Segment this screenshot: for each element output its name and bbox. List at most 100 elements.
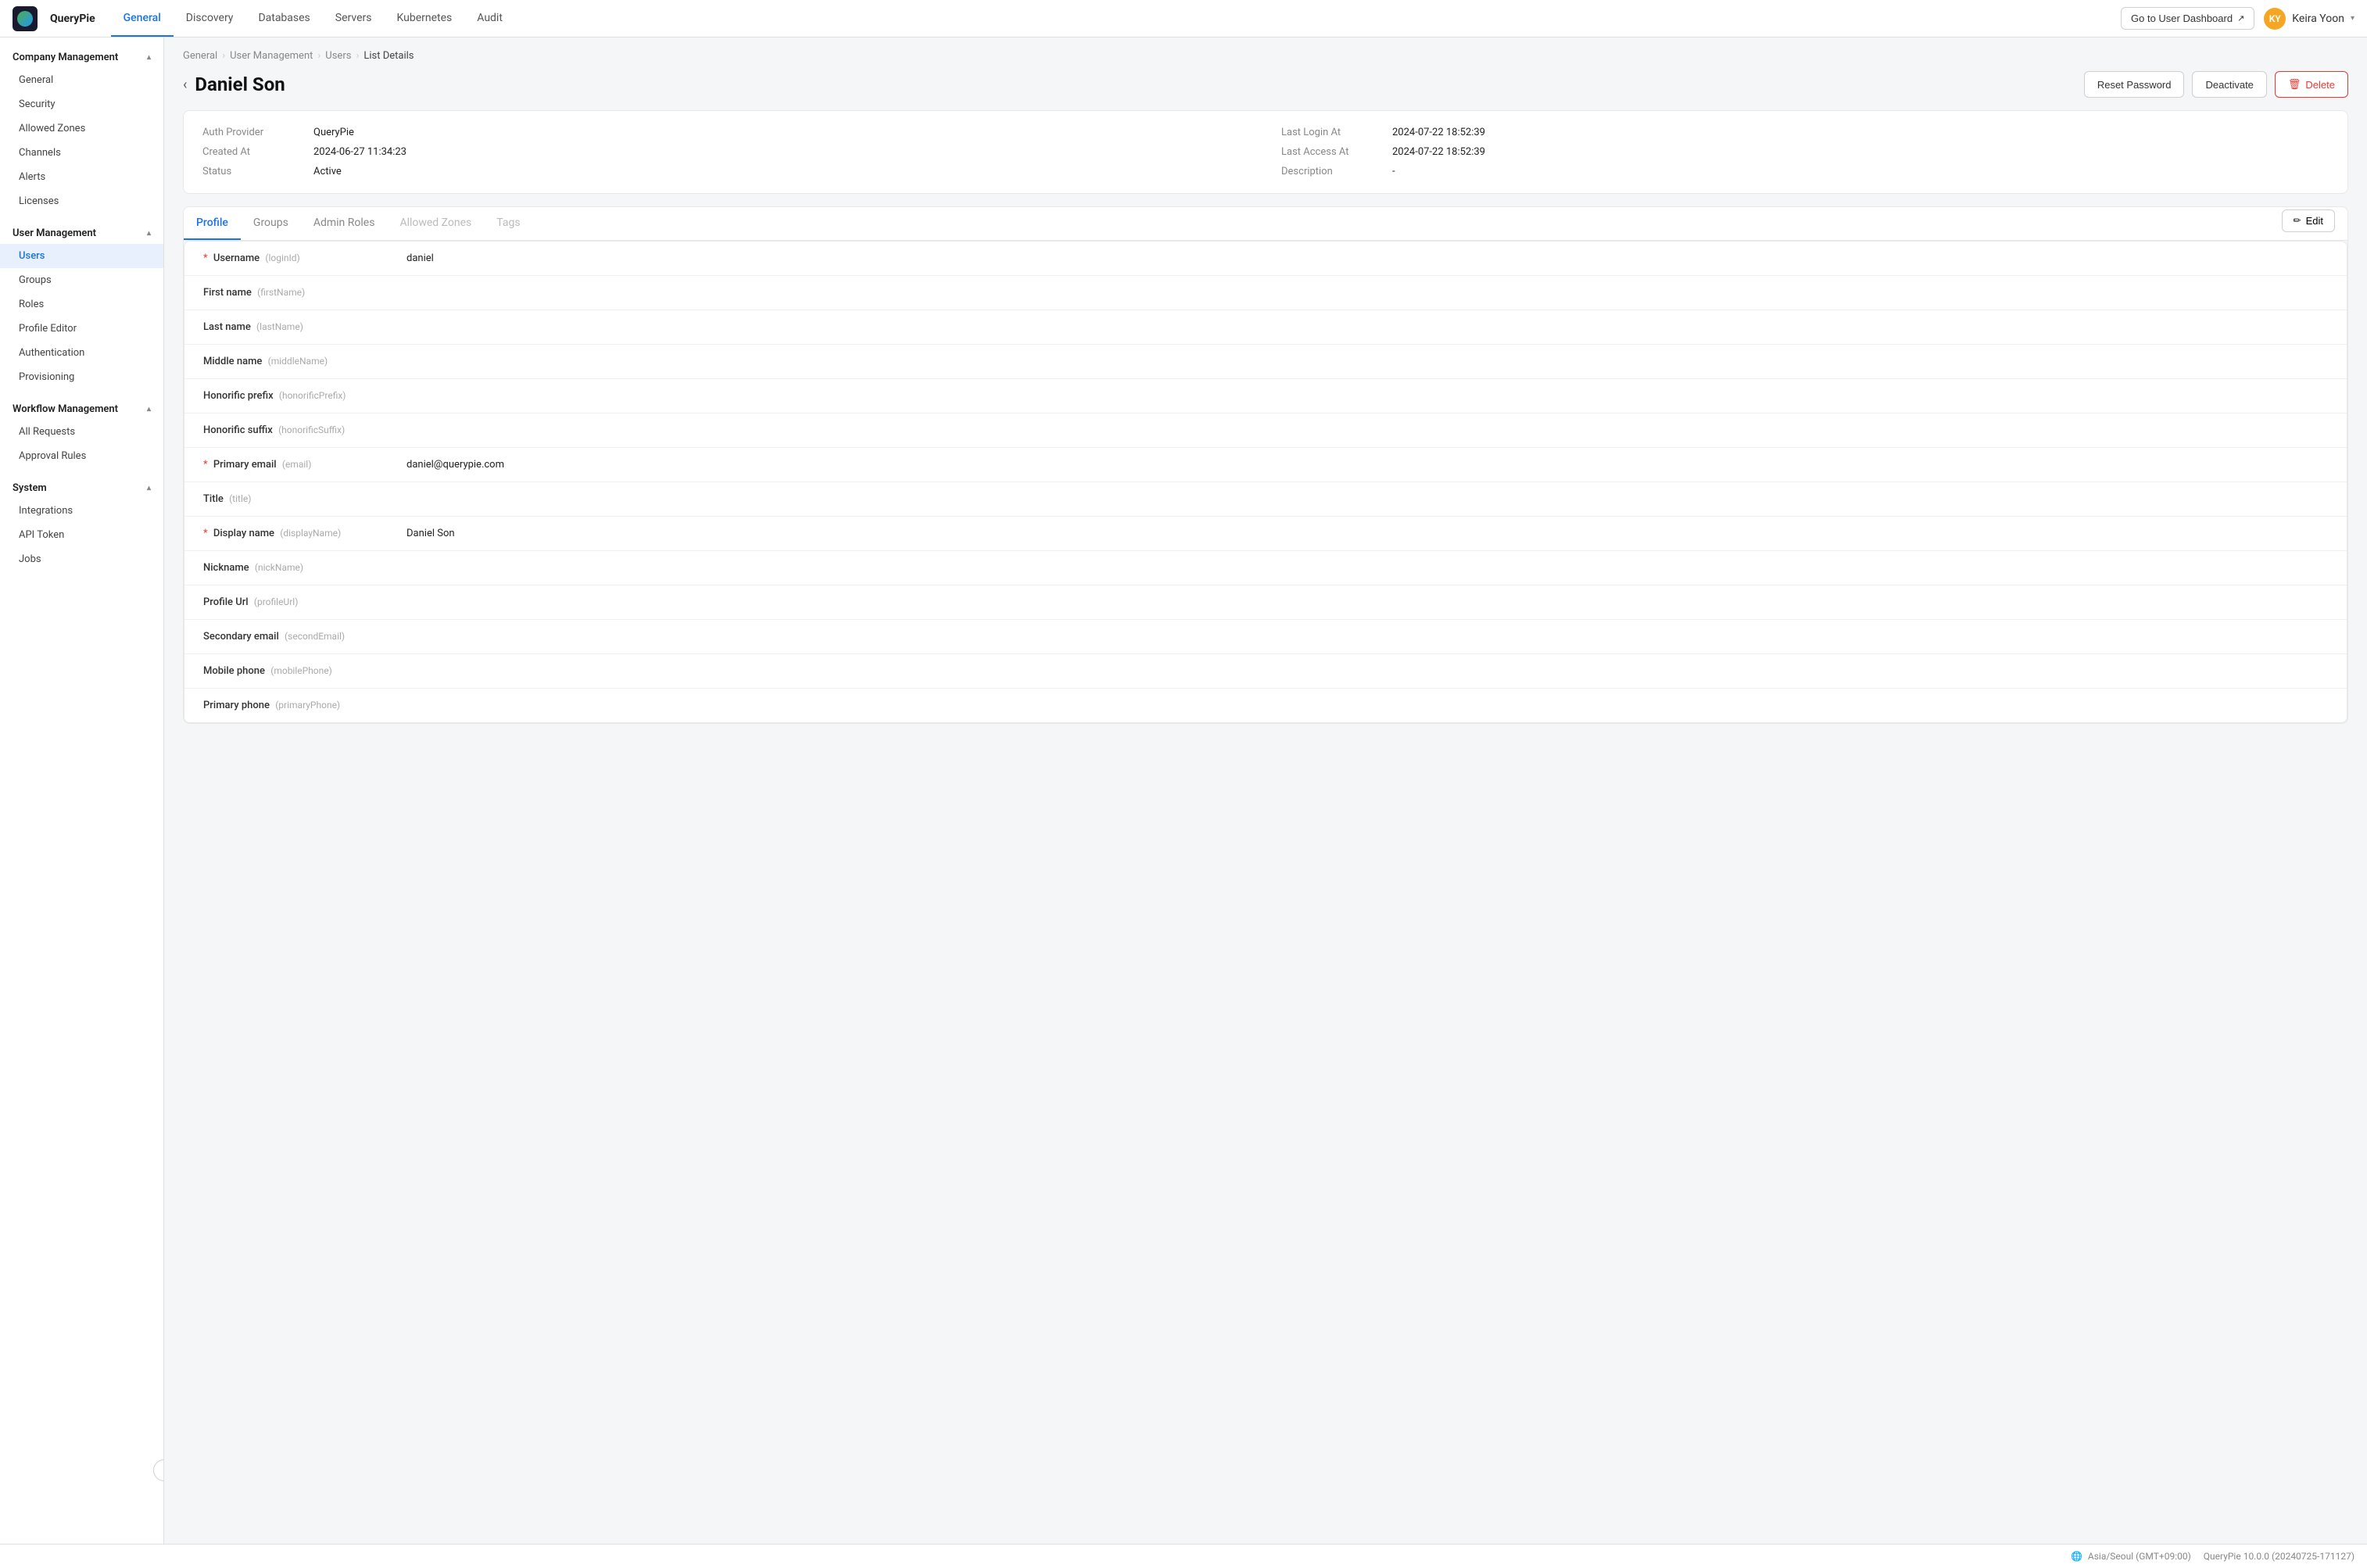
brand-name: QueryPie — [50, 13, 95, 25]
breadcrumb-sep-1: › — [222, 50, 225, 62]
breadcrumb-current: List Details — [363, 50, 414, 62]
chevron-down-icon: ▾ — [2351, 14, 2354, 23]
tab-admin-roles[interactable]: Admin Roles — [301, 207, 388, 240]
sidebar-item-channels[interactable]: Channels — [0, 141, 163, 165]
tabs-wrapper: Profile Groups Admin Roles Allowed Zones… — [183, 206, 2348, 724]
tabs-list: Profile Groups Admin Roles Allowed Zones… — [184, 207, 533, 240]
sidebar-item-users[interactable]: Users — [0, 244, 163, 268]
info-created-at: Created At 2024-06-27 11:34:23 — [202, 146, 1250, 158]
page-title-area: ‹ Daniel Son — [183, 73, 285, 95]
sidebar-item-integrations[interactable]: Integrations — [0, 499, 163, 523]
info-last-access-at: Last Access At 2024-07-22 18:52:39 — [1281, 146, 2329, 158]
field-nickname: Nickname (nickName) — [184, 551, 2347, 585]
info-auth-provider: Auth Provider QueryPie — [202, 127, 1250, 138]
sidebar-item-allowed-zones[interactable]: Allowed Zones — [0, 116, 163, 141]
top-nav-tabs: General Discovery Databases Servers Kube… — [111, 0, 2121, 37]
edit-icon: ✏ — [2294, 215, 2301, 226]
field-secondary-email: Secondary email (secondEmail) — [184, 620, 2347, 654]
app-logo[interactable] — [13, 6, 38, 31]
chevron-icon: ▴ — [147, 405, 151, 413]
sidebar-item-api-token[interactable]: API Token — [0, 523, 163, 547]
page-title: Daniel Son — [195, 73, 285, 95]
back-button[interactable]: ‹ — [183, 77, 187, 93]
breadcrumb-sep-3: › — [356, 50, 359, 62]
footer: 🌐 Asia/Seoul (GMT+09:00) QueryPie 10.0.0… — [0, 1544, 2367, 1568]
tab-tags: Tags — [484, 207, 532, 240]
field-username: * Username (loginId) daniel — [184, 242, 2347, 276]
field-honorific-prefix: Honorific prefix (honorificPrefix) — [184, 379, 2347, 413]
tab-groups[interactable]: Groups — [241, 207, 301, 240]
field-last-name: Last name (lastName) — [184, 310, 2347, 345]
sidebar-item-approval-rules[interactable]: Approval Rules — [0, 444, 163, 468]
info-card: Auth Provider QueryPie Last Login At 202… — [183, 110, 2348, 194]
footer-version: QueryPie 10.0.0 (20240725-171127) — [2204, 1551, 2354, 1562]
user-name: Keira Yoon — [2292, 13, 2344, 25]
field-middle-name: Middle name (middleName) — [184, 345, 2347, 379]
chevron-icon: ▴ — [147, 229, 151, 238]
sidebar-section-system[interactable]: System ▴ — [0, 474, 163, 499]
info-status: Status Active — [202, 166, 1250, 177]
nav-tab-general[interactable]: General — [111, 0, 174, 37]
field-primary-phone: Primary phone (primaryPhone) — [184, 689, 2347, 722]
edit-button[interactable]: ✏ Edit — [2282, 209, 2335, 232]
sidebar-section-company-management[interactable]: Company Management ▴ — [0, 44, 163, 68]
sidebar-item-groups[interactable]: Groups — [0, 268, 163, 292]
field-display-name: * Display name (displayName) Daniel Son — [184, 517, 2347, 551]
sidebar-section-workflow-management[interactable]: Workflow Management ▴ — [0, 396, 163, 420]
top-nav-right: Go to User Dashboard ↗ KY Keira Yoon ▾ — [2121, 7, 2354, 30]
nav-tab-databases[interactable]: Databases — [245, 0, 322, 37]
sidebar: Company Management ▴ General Security Al… — [0, 38, 164, 1544]
nav-tab-discovery[interactable]: Discovery — [174, 0, 246, 37]
tab-profile[interactable]: Profile — [184, 207, 241, 240]
field-profile-url: Profile Url (profileUrl) — [184, 585, 2347, 620]
main-layout: Company Management ▴ General Security Al… — [0, 38, 2367, 1544]
sidebar-item-jobs[interactable]: Jobs — [0, 547, 163, 571]
chevron-icon: ▴ — [147, 53, 151, 62]
breadcrumb-users[interactable]: Users — [325, 50, 351, 62]
sidebar-item-security[interactable]: Security — [0, 92, 163, 116]
user-info[interactable]: KY Keira Yoon ▾ — [2264, 8, 2354, 30]
header-actions: Reset Password Deactivate 🗑 Delete — [2084, 71, 2348, 98]
sidebar-item-authentication[interactable]: Authentication — [0, 341, 163, 365]
tab-allowed-zones: Allowed Zones — [387, 207, 484, 240]
breadcrumb-sep-2: › — [317, 50, 320, 62]
deactivate-button[interactable]: Deactivate — [2192, 71, 2266, 98]
page-header: ‹ Daniel Son Reset Password Deactivate 🗑… — [183, 71, 2348, 98]
delete-button[interactable]: 🗑 Delete — [2275, 71, 2348, 98]
user-dashboard-button[interactable]: Go to User Dashboard ↗ — [2121, 7, 2254, 30]
nav-tab-servers[interactable]: Servers — [323, 0, 385, 37]
nav-tab-audit[interactable]: Audit — [464, 0, 515, 37]
field-first-name: First name (firstName) — [184, 276, 2347, 310]
field-honorific-suffix: Honorific suffix (honorificSuffix) — [184, 413, 2347, 448]
breadcrumb-general[interactable]: General — [183, 50, 217, 62]
sidebar-item-provisioning[interactable]: Provisioning — [0, 365, 163, 389]
breadcrumb: General › User Management › Users › List… — [183, 50, 2348, 62]
field-primary-email: * Primary email (email) daniel@querypie.… — [184, 448, 2347, 482]
info-last-login-at: Last Login At 2024-07-22 18:52:39 — [1281, 127, 2329, 138]
field-title: Title (title) — [184, 482, 2347, 517]
sidebar-section-user-management[interactable]: User Management ▴ — [0, 220, 163, 244]
external-link-icon: ↗ — [2237, 13, 2244, 23]
chevron-icon: ▴ — [147, 484, 151, 492]
trash-icon: 🗑 — [2288, 78, 2301, 91]
top-navigation: QueryPie General Discovery Databases Ser… — [0, 0, 2367, 38]
sidebar-collapse-button[interactable]: ‹ — [153, 1459, 164, 1481]
tabs-bar: Profile Groups Admin Roles Allowed Zones… — [184, 207, 2347, 241]
field-mobile-phone: Mobile phone (mobilePhone) — [184, 654, 2347, 689]
nav-tab-kubernetes[interactable]: Kubernetes — [385, 0, 465, 37]
sidebar-item-roles[interactable]: Roles — [0, 292, 163, 317]
sidebar-item-general[interactable]: General — [0, 68, 163, 92]
footer-timezone: 🌐 Asia/Seoul (GMT+09:00) — [2071, 1551, 2191, 1562]
avatar: KY — [2264, 8, 2286, 30]
sidebar-item-licenses[interactable]: Licenses — [0, 189, 163, 213]
globe-icon: 🌐 — [2071, 1551, 2082, 1562]
content-area: General › User Management › Users › List… — [164, 38, 2367, 1544]
profile-card: * Username (loginId) daniel First name (… — [184, 241, 2347, 723]
sidebar-item-profile-editor[interactable]: Profile Editor — [0, 317, 163, 341]
info-description: Description - — [1281, 166, 2329, 177]
sidebar-item-all-requests[interactable]: All Requests — [0, 420, 163, 444]
sidebar-item-alerts[interactable]: Alerts — [0, 165, 163, 189]
chevron-left-icon: ‹ — [163, 1465, 164, 1476]
reset-password-button[interactable]: Reset Password — [2084, 71, 2185, 98]
breadcrumb-user-management[interactable]: User Management — [230, 50, 313, 62]
